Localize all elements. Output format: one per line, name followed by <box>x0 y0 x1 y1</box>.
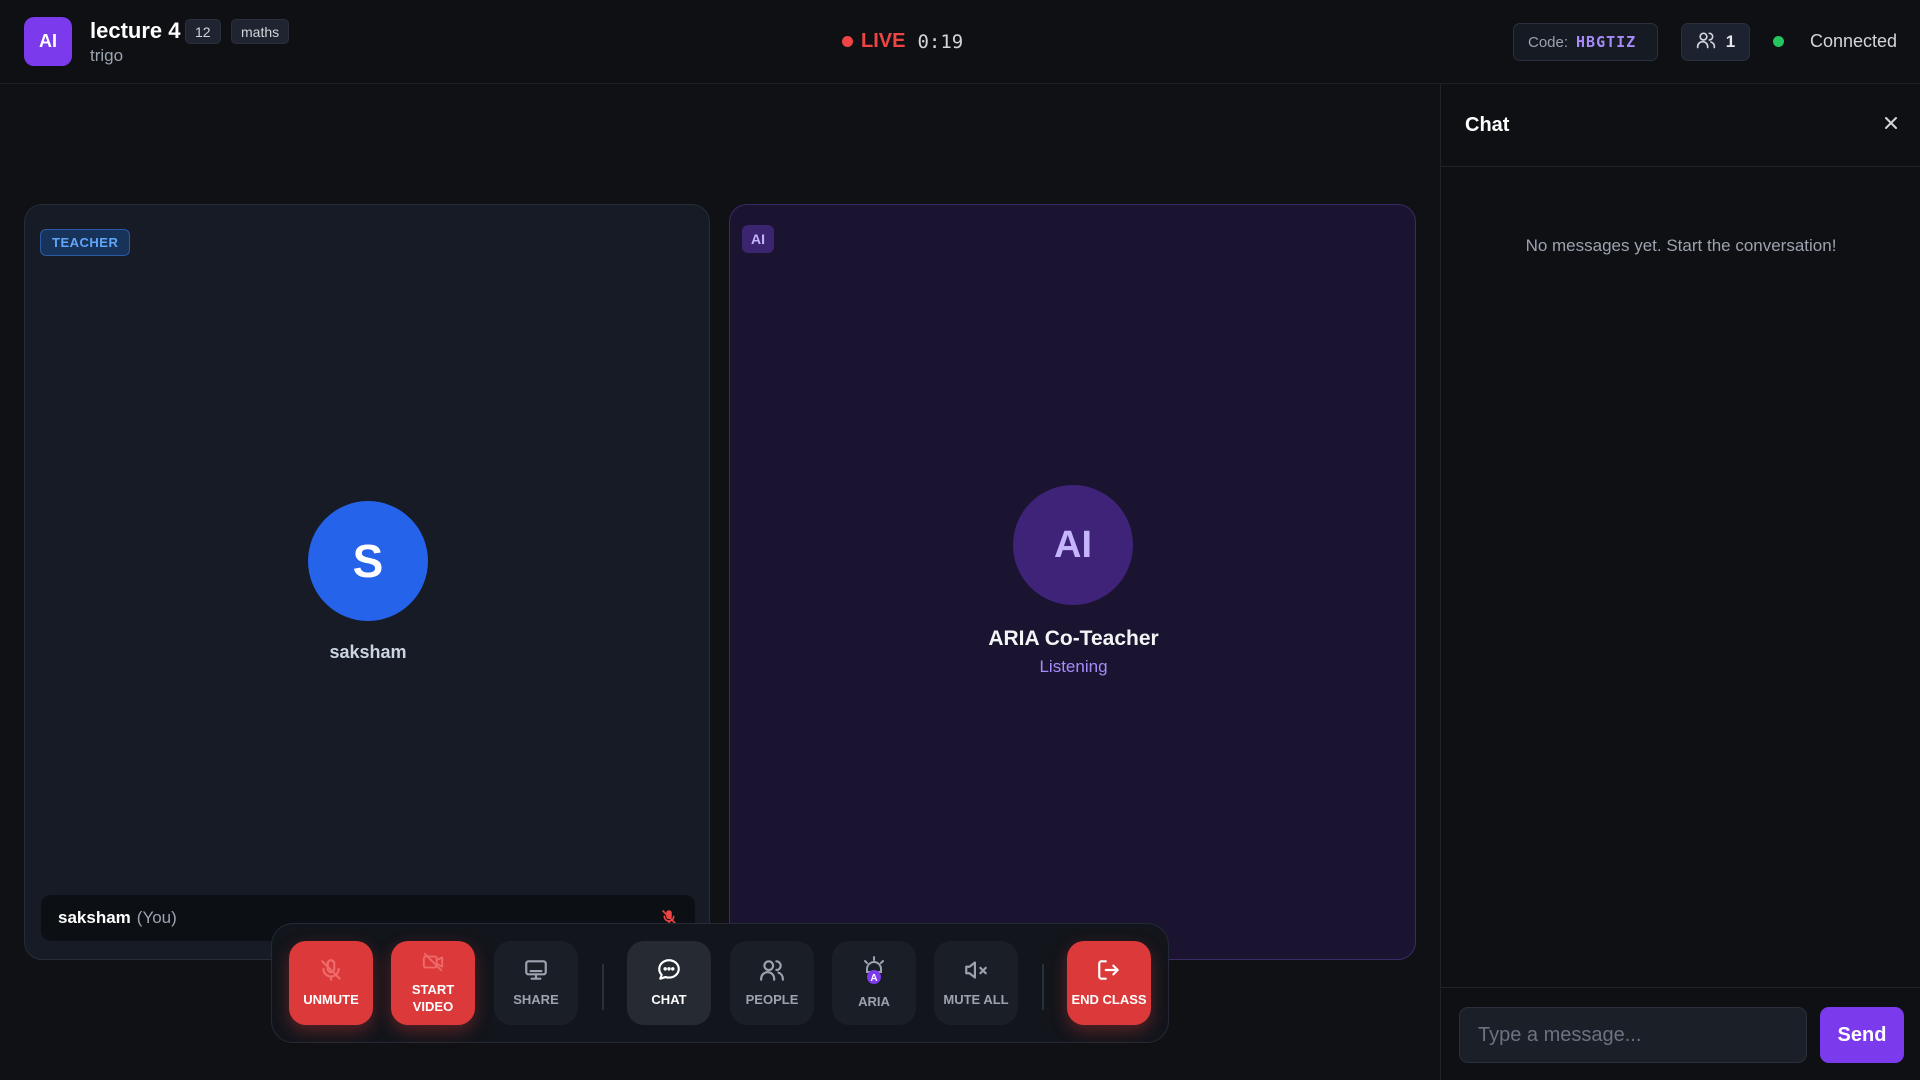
mic-off-icon <box>318 957 344 988</box>
chat-header: Chat <box>1441 84 1920 167</box>
monitor-icon <box>523 957 549 988</box>
aria-button[interactable]: A ARIA <box>832 941 916 1025</box>
people-button[interactable]: PEOPLE <box>730 941 814 1025</box>
namebar-you-tag: (You) <box>136 908 177 927</box>
live-label: LIVE <box>861 30 906 52</box>
app-logo: AI <box>24 17 72 66</box>
ai-avatar: AI <box>1013 485 1133 605</box>
people-icon <box>758 957 786 988</box>
unmute-label: UNMUTE <box>303 992 359 1008</box>
session-timer: 0:19 <box>917 30 964 53</box>
unmute-button[interactable]: UNMUTE <box>289 941 373 1025</box>
ai-status: Listening <box>1039 657 1108 676</box>
mute-all-button[interactable]: MUTE ALL <box>934 941 1018 1025</box>
ai-badge: AI <box>742 225 774 253</box>
aria-bot-icon: A <box>860 955 888 990</box>
chat-empty-state: No messages yet. Start the conversation! <box>1525 236 1837 255</box>
chat-message-input[interactable] <box>1459 1007 1807 1063</box>
chat-title: Chat <box>1465 114 1510 136</box>
class-code[interactable]: Code: HBGTIZ <box>1513 23 1658 61</box>
class-code-value: HBGTIZ <box>1576 33 1637 51</box>
teacher-video-tile: TEACHER S saksham saksham (You) <box>24 204 710 960</box>
participants-button[interactable]: 1 <box>1681 23 1750 61</box>
subject-chip: maths <box>231 19 290 44</box>
participant-count: 1 <box>1725 32 1736 51</box>
connection-status-icon <box>1773 36 1784 47</box>
ai-name: ARIA Co-Teacher <box>988 627 1159 650</box>
control-divider <box>1042 964 1044 1010</box>
mute-all-label: MUTE ALL <box>943 992 1009 1008</box>
start-video-button[interactable]: START VIDEO <box>391 941 475 1025</box>
share-label: SHARE <box>513 992 559 1008</box>
people-icon <box>1696 30 1716 55</box>
close-icon[interactable] <box>1883 114 1899 137</box>
video-off-icon <box>420 951 446 978</box>
share-screen-button[interactable]: SHARE <box>494 941 578 1025</box>
chat-panel: Chat No messages yet. Start the conversa… <box>1440 84 1920 1080</box>
grade-chip: 12 <box>185 19 221 44</box>
connection-status: Connected <box>1810 31 1898 51</box>
class-title: lecture 4 <box>90 18 181 43</box>
live-indicator: LIVE 0:19 <box>842 30 963 53</box>
send-button[interactable]: Send <box>1820 1007 1904 1063</box>
control-divider <box>602 964 604 1010</box>
live-dot-icon <box>842 36 853 47</box>
start-video-label: START VIDEO <box>411 982 455 1014</box>
aria-label: ARIA <box>858 994 890 1010</box>
chat-composer: Send <box>1441 987 1920 1080</box>
people-label: PEOPLE <box>745 992 799 1008</box>
teacher-badge: TEACHER <box>40 229 131 256</box>
chat-bubble-icon <box>656 957 682 988</box>
end-class-label: END CLASS <box>1071 992 1147 1008</box>
class-topic: trigo <box>90 46 124 65</box>
teacher-name: saksham <box>329 642 407 662</box>
top-bar: AI lecture 4 trigo 12 maths LIVE 0:19 Co… <box>0 0 1920 84</box>
chat-label: CHAT <box>651 992 687 1008</box>
class-code-label: Code: <box>1528 33 1569 51</box>
end-class-button[interactable]: END CLASS <box>1067 941 1151 1025</box>
exit-icon <box>1095 957 1123 988</box>
namebar-name: saksham <box>58 908 131 927</box>
svg-text:A: A <box>870 973 877 984</box>
chat-toggle-button[interactable]: CHAT <box>627 941 711 1025</box>
control-bar: UNMUTE START VIDEO SHARE CHAT PEOPLE A A… <box>271 923 1169 1043</box>
teacher-avatar: S <box>308 501 428 621</box>
ai-cohost-tile: AI AI ARIA Co-Teacher Listening <box>729 204 1416 960</box>
volume-mute-icon <box>962 957 990 988</box>
